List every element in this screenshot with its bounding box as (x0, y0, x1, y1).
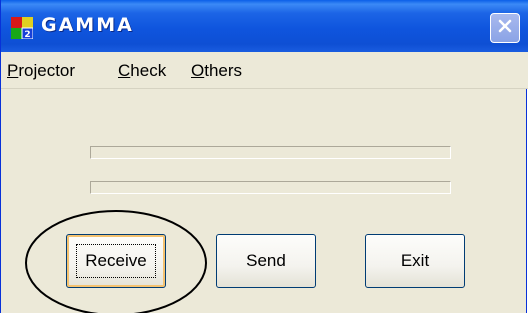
close-button[interactable] (490, 13, 520, 43)
svg-text:2: 2 (24, 30, 30, 39)
send-button[interactable]: Send (216, 234, 316, 288)
gamma-app-icon: 2 (11, 17, 34, 40)
menu-projector[interactable]: Projector (7, 61, 75, 81)
exit-button-label: Exit (400, 251, 430, 270)
send-button-label: Send (246, 251, 286, 270)
receive-button[interactable]: Receive (66, 234, 166, 288)
menu-check[interactable]: Check (118, 61, 166, 81)
title-bar[interactable]: 2 GAMMA (1, 0, 528, 52)
window-title: GAMMA (41, 14, 134, 36)
progress-bar-2 (90, 181, 451, 194)
gamma-window: 2 GAMMA Projector Check Others Receive S… (0, 0, 528, 313)
exit-button[interactable]: Exit (365, 234, 465, 288)
receive-button-label: Receive (76, 244, 156, 278)
progress-bar-1 (90, 146, 451, 159)
menu-others[interactable]: Others (191, 61, 242, 81)
menu-bar: Projector Check Others (1, 52, 528, 89)
close-icon (497, 18, 513, 39)
